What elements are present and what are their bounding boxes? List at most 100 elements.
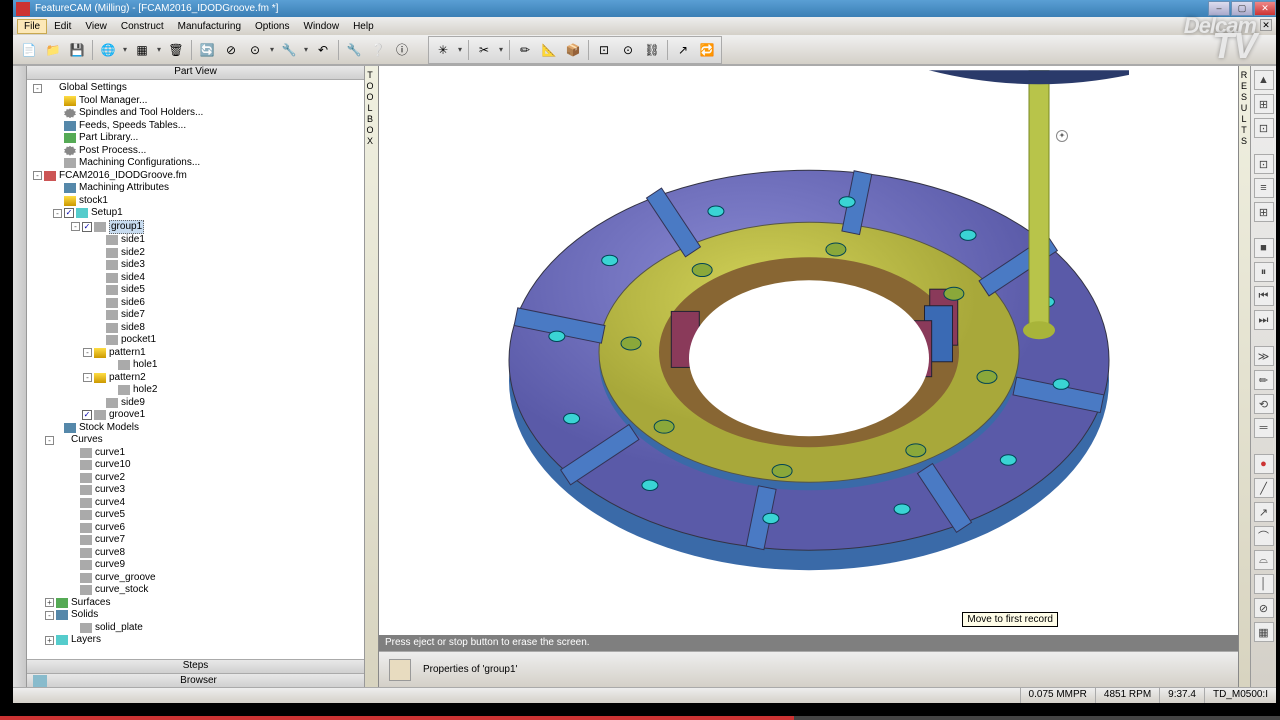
tree-node[interactable]: hole2 bbox=[29, 384, 362, 397]
toolbar-button[interactable]: ⓘ bbox=[391, 39, 413, 61]
expand-icon[interactable]: - bbox=[33, 171, 42, 180]
right-tool-button[interactable]: ⊞ bbox=[1254, 202, 1274, 222]
right-tool-button[interactable]: ⏮ bbox=[1254, 286, 1274, 306]
tree-node[interactable]: Spindles and Tool Holders... bbox=[29, 107, 362, 120]
tree-node[interactable]: side9 bbox=[29, 397, 362, 410]
steps-tab[interactable]: Steps bbox=[27, 659, 364, 673]
toolbar-button[interactable]: ▦ bbox=[131, 39, 153, 61]
toolbar-button[interactable]: ⊡ bbox=[593, 39, 615, 61]
right-tool-button[interactable]: ■ bbox=[1254, 238, 1274, 258]
dropdown-arrow-icon[interactable]: ▾ bbox=[496, 45, 506, 54]
toolbar-button[interactable]: ✏ bbox=[514, 39, 536, 61]
tree-node[interactable]: ✓groove1 bbox=[29, 409, 362, 422]
menu-manufacturing[interactable]: Manufacturing bbox=[171, 19, 248, 34]
menu-construct[interactable]: Construct bbox=[114, 19, 171, 34]
tree-node[interactable]: curve1 bbox=[29, 447, 362, 460]
right-tool-button[interactable]: ● bbox=[1254, 454, 1274, 474]
dropdown-arrow-icon[interactable]: ▾ bbox=[455, 45, 465, 54]
toolbar-button[interactable]: 📄 bbox=[18, 39, 40, 61]
expand-icon[interactable]: - bbox=[45, 611, 54, 620]
menu-edit[interactable]: Edit bbox=[47, 19, 78, 34]
expand-icon[interactable]: + bbox=[45, 636, 54, 645]
tree-node[interactable]: -Curves bbox=[29, 434, 362, 447]
tree-node[interactable]: -✓group1 bbox=[29, 220, 362, 235]
dropdown-arrow-icon[interactable]: ▾ bbox=[267, 45, 277, 54]
tree-node[interactable]: Post Process... bbox=[29, 145, 362, 158]
toolbar-button[interactable]: ⊙ bbox=[244, 39, 266, 61]
toolbar-button[interactable]: ⛓ bbox=[641, 39, 663, 61]
viewport[interactable]: ✦ Move to first record Press eject or st… bbox=[379, 66, 1238, 687]
expand-icon[interactable]: - bbox=[83, 373, 92, 382]
properties-bar[interactable]: Properties of 'group1' bbox=[379, 651, 1238, 687]
menu-window[interactable]: Window bbox=[297, 19, 347, 34]
maximize-button[interactable]: ▢ bbox=[1231, 1, 1253, 16]
right-tool-button[interactable]: ⌓ bbox=[1254, 550, 1274, 570]
right-tool-button[interactable]: ⊡ bbox=[1254, 154, 1274, 174]
tree-node[interactable]: curve8 bbox=[29, 547, 362, 560]
toolbar-button[interactable]: ✂ bbox=[473, 39, 495, 61]
toolbar-button[interactable]: ↗ bbox=[672, 39, 694, 61]
right-tool-button[interactable]: ⌒ bbox=[1254, 526, 1274, 546]
right-tool-button[interactable]: ▦ bbox=[1254, 622, 1274, 642]
tree-node[interactable]: curve4 bbox=[29, 497, 362, 510]
right-tool-button[interactable]: ≫ bbox=[1254, 346, 1274, 366]
menu-view[interactable]: View bbox=[78, 19, 114, 34]
checkbox[interactable]: ✓ bbox=[82, 222, 92, 232]
toolbar-button[interactable]: 🗑 bbox=[165, 39, 187, 61]
toolbar-button[interactable]: ⊘ bbox=[220, 39, 242, 61]
toolbar-button[interactable]: 🔧 bbox=[343, 39, 365, 61]
menu-help[interactable]: Help bbox=[346, 19, 381, 34]
menu-file[interactable]: File bbox=[17, 19, 47, 34]
tree-node[interactable]: curve7 bbox=[29, 534, 362, 547]
toolbar-button[interactable]: ❔ bbox=[367, 39, 389, 61]
tree-node[interactable]: curve10 bbox=[29, 459, 362, 472]
expand-icon[interactable]: - bbox=[33, 84, 42, 93]
checkbox[interactable]: ✓ bbox=[64, 208, 74, 218]
toolbar-button[interactable]: ⊙ bbox=[617, 39, 639, 61]
toolbar-button[interactable]: ↶ bbox=[312, 39, 334, 61]
tree-node[interactable]: hole1 bbox=[29, 359, 362, 372]
tree-node[interactable]: curve2 bbox=[29, 472, 362, 485]
toolbar-button[interactable]: 💾 bbox=[66, 39, 88, 61]
right-tool-button[interactable]: ═ bbox=[1254, 418, 1274, 438]
right-tool-button[interactable]: ≡ bbox=[1254, 178, 1274, 198]
tree-node[interactable]: curve9 bbox=[29, 559, 362, 572]
tree-node[interactable]: side6 bbox=[29, 297, 362, 310]
tree-node[interactable]: pocket1 bbox=[29, 334, 362, 347]
tree-node[interactable]: -Global Settings bbox=[29, 82, 362, 95]
results-tab[interactable]: RESULTS bbox=[1238, 66, 1250, 687]
expand-icon[interactable]: - bbox=[45, 436, 54, 445]
tree-node[interactable]: -✓Setup1 bbox=[29, 207, 362, 220]
dropdown-arrow-icon[interactable]: ▾ bbox=[154, 45, 164, 54]
toolbox-tab[interactable]: TOOLBOX bbox=[365, 66, 379, 687]
toolbar-button[interactable]: 🔄 bbox=[196, 39, 218, 61]
close-button[interactable]: ✕ bbox=[1254, 1, 1276, 16]
right-tool-button[interactable]: ⊡ bbox=[1254, 118, 1274, 138]
toolbar-button[interactable]: 🌐 bbox=[97, 39, 119, 61]
toolbar-button[interactable]: 📐 bbox=[538, 39, 560, 61]
right-tool-button[interactable]: ⊘ bbox=[1254, 598, 1274, 618]
tree-node[interactable]: solid_plate bbox=[29, 622, 362, 635]
toolbar-button[interactable]: 📁 bbox=[42, 39, 64, 61]
tree-node[interactable]: stock1 bbox=[29, 195, 362, 208]
video-progress[interactable] bbox=[0, 716, 1280, 720]
tree-node[interactable]: +Surfaces bbox=[29, 597, 362, 610]
tree-node[interactable]: Part Library... bbox=[29, 132, 362, 145]
right-tool-button[interactable]: ⟲ bbox=[1254, 394, 1274, 414]
tree-node[interactable]: side8 bbox=[29, 322, 362, 335]
expand-icon[interactable]: - bbox=[83, 348, 92, 357]
right-tool-button[interactable]: │ bbox=[1254, 574, 1274, 594]
right-tool-button[interactable]: ⏸ bbox=[1254, 262, 1274, 282]
tree-node[interactable]: curve_groove bbox=[29, 572, 362, 585]
tree-node[interactable]: side1 bbox=[29, 234, 362, 247]
tree-node[interactable]: -pattern1 bbox=[29, 347, 362, 360]
mdi-close-button[interactable]: ✕ bbox=[1260, 19, 1272, 31]
tree-node[interactable]: side5 bbox=[29, 284, 362, 297]
tree-node[interactable]: Machining Configurations... bbox=[29, 157, 362, 170]
toolbar-button[interactable]: ✳ bbox=[432, 39, 454, 61]
right-tool-button[interactable]: ▲ bbox=[1254, 70, 1274, 90]
minimize-button[interactable]: – bbox=[1208, 1, 1230, 16]
tree-node[interactable]: -FCAM2016_IDODGroove.fm bbox=[29, 170, 362, 183]
tree-node[interactable]: Stock Models bbox=[29, 422, 362, 435]
model-view[interactable] bbox=[489, 70, 1129, 610]
